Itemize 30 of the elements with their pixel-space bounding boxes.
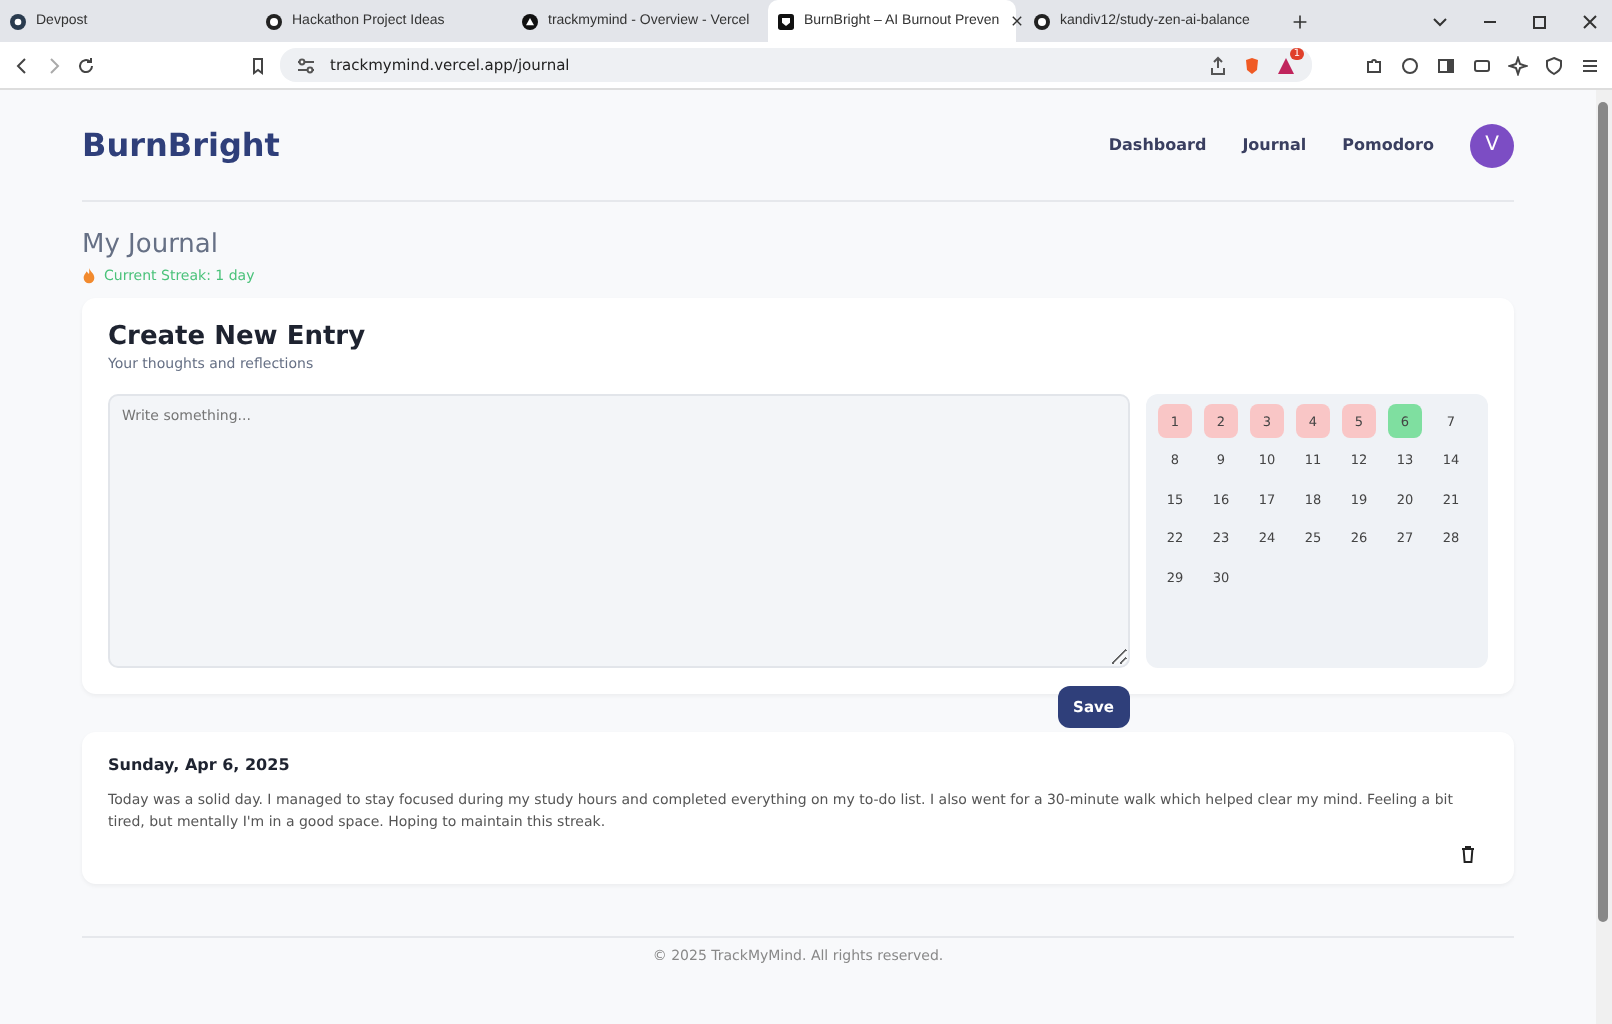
logo[interactable]: BurnBright: [82, 126, 280, 164]
trash-icon[interactable]: [1458, 844, 1478, 864]
triangle-icon[interactable]: [1276, 55, 1296, 75]
shield-icon: [778, 13, 794, 29]
circle-icon: [10, 13, 26, 29]
close-icon[interactable]: [1580, 11, 1600, 31]
sliders-icon: [296, 55, 316, 75]
close-icon[interactable]: [1009, 14, 1024, 28]
entry-date: Sunday, Apr 6, 2025: [108, 756, 292, 774]
sparkle-icon[interactable]: [1508, 55, 1528, 75]
avatar[interactable]: V: [1470, 123, 1514, 167]
circle-icon: [266, 13, 282, 29]
scrollbar[interactable]: [1596, 90, 1612, 1024]
menu-icon[interactable]: [1580, 55, 1600, 75]
shield-icon[interactable]: [1544, 55, 1564, 75]
flame-icon: [82, 268, 96, 284]
back-icon[interactable]: [12, 55, 32, 75]
restore-icon[interactable]: [1530, 11, 1550, 31]
circle-icon: [1034, 13, 1050, 29]
sidebar-icon[interactable]: [1436, 55, 1456, 75]
card-title: Create New Entry: [108, 322, 368, 352]
new-tab-icon[interactable]: [1292, 13, 1308, 29]
page-title: My Journal: [82, 230, 221, 260]
bookmark-icon[interactable]: [248, 55, 268, 75]
nav-link[interactable]: Journal: [1242, 136, 1307, 154]
triangle-icon: [522, 13, 538, 29]
nav-link[interactable]: Dashboard: [1108, 136, 1207, 154]
nav-link[interactable]: Pomodoro: [1342, 136, 1434, 154]
reload-icon[interactable]: [76, 55, 96, 75]
share-icon[interactable]: [1208, 55, 1228, 75]
